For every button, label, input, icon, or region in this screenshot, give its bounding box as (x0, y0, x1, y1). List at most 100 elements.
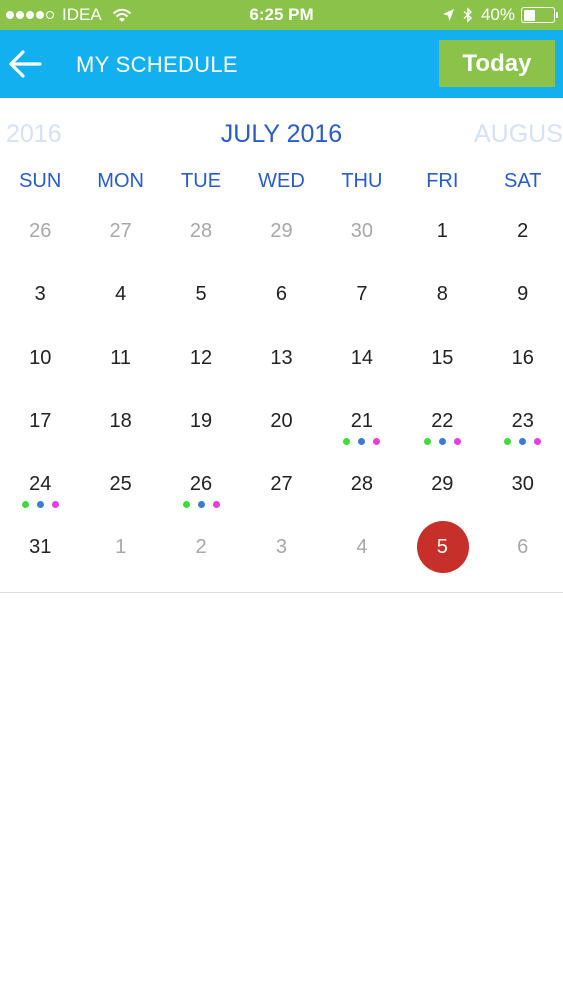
day-number: 2 (195, 536, 207, 559)
day-number: 3 (275, 536, 288, 559)
week-row: 17 18 19 20 21 22 23 (0, 390, 563, 453)
status-right: 40% (442, 5, 558, 25)
day-cell[interactable]: 4 (322, 516, 402, 579)
day-cell[interactable]: 27 (80, 200, 160, 263)
day-number: 27 (109, 220, 132, 242)
day-cell[interactable]: 4 (80, 263, 160, 326)
day-number: 6 (275, 283, 288, 306)
day-cell[interactable]: 19 (161, 390, 241, 453)
day-cell[interactable]: 22 (402, 390, 482, 453)
day-cell[interactable]: 31 (0, 516, 80, 579)
selected-day-cell[interactable]: 5 (402, 516, 482, 579)
day-cell[interactable]: 20 (241, 390, 321, 453)
day-number: 31 (29, 536, 52, 559)
day-cell[interactable]: 26 (0, 200, 80, 263)
day-number: 27 (270, 473, 293, 496)
day-cell[interactable]: 11 (80, 327, 160, 390)
event-dot (182, 501, 190, 509)
location-arrow-icon (442, 9, 454, 21)
day-cell[interactable]: 10 (0, 327, 80, 390)
day-number: 4 (115, 283, 127, 306)
day-cell[interactable]: 16 (483, 327, 563, 390)
event-dot (504, 437, 512, 445)
event-dot (423, 437, 431, 445)
day-number: 14 (350, 346, 374, 369)
day-number: 8 (436, 283, 448, 306)
day-number: 17 (29, 409, 52, 432)
weekday-sat: SAT (504, 170, 542, 192)
page-title: MY SCHEDULE (76, 52, 238, 77)
day-cell[interactable]: 17 (0, 390, 80, 453)
day-cell[interactable]: 28 (322, 453, 402, 516)
day-cell[interactable]: 21 (322, 390, 402, 453)
day-cell[interactable]: 1 (402, 200, 482, 263)
next-month-label[interactable]: AUGUS (474, 120, 563, 149)
status-bar: IDEA 6:25 PM 40% (0, 0, 563, 30)
day-number: 28 (189, 220, 213, 242)
day-number: 18 (109, 409, 132, 432)
day-cell[interactable]: 14 (322, 327, 402, 390)
event-indicators (161, 501, 241, 509)
back-button[interactable] (6, 46, 46, 82)
day-cell[interactable]: 6 (241, 263, 321, 326)
day-cell[interactable]: 8 (402, 263, 482, 326)
week-row: 3 4 5 6 7 8 9 (0, 263, 563, 326)
event-indicators (483, 437, 563, 445)
day-cell[interactable]: 6 (483, 516, 563, 579)
event-dot (212, 501, 220, 509)
today-button[interactable]: Today (439, 40, 555, 87)
day-cell[interactable]: 2 (161, 516, 241, 579)
day-number: 23 (511, 409, 534, 432)
day-number: 16 (511, 346, 534, 369)
day-cell[interactable]: 12 (161, 327, 241, 390)
day-cell[interactable]: 25 (80, 453, 160, 516)
day-cell[interactable]: 30 (483, 453, 563, 516)
day-cell[interactable]: 30 (322, 200, 402, 263)
day-number: 26 (29, 220, 52, 242)
day-cell[interactable]: 26 (161, 453, 241, 516)
weekday-fri: FRI (426, 170, 459, 192)
day-cell[interactable]: 15 (402, 327, 482, 390)
day-cell[interactable]: 13 (241, 327, 321, 390)
day-cell[interactable]: 27 (241, 453, 321, 516)
battery-fill (523, 9, 536, 21)
day-cell[interactable]: 5 (161, 263, 241, 326)
day-cell[interactable]: 29 (241, 200, 321, 263)
day-cell[interactable]: 28 (161, 200, 241, 263)
day-number: 29 (431, 473, 454, 496)
calendar-divider (0, 592, 563, 593)
day-number: 2 (517, 220, 529, 242)
day-number: 7 (356, 283, 368, 306)
day-cell[interactable]: 29 (402, 453, 482, 516)
event-indicators (402, 437, 482, 445)
day-cell[interactable]: 7 (322, 263, 402, 326)
day-cell[interactable]: 24 (0, 453, 80, 516)
day-number: 5 (195, 283, 207, 306)
day-number: 1 (436, 220, 448, 242)
day-cell[interactable]: 9 (483, 263, 563, 326)
day-cell[interactable]: 18 (80, 390, 160, 453)
back-arrow-icon (9, 50, 42, 78)
day-cell[interactable]: 2 (483, 200, 563, 263)
app-header: MY SCHEDULE Today (0, 30, 563, 98)
bluetooth-icon (463, 7, 473, 23)
event-dot (373, 437, 381, 445)
day-number: 21 (350, 409, 374, 432)
day-cell[interactable]: 3 (241, 516, 321, 579)
day-number: 5 (436, 536, 448, 559)
weekday-tue: TUE (181, 170, 222, 192)
event-dot (36, 501, 44, 509)
day-cell[interactable]: 3 (0, 263, 80, 326)
day-number: 13 (270, 346, 293, 369)
event-dot (358, 437, 366, 445)
day-number: 30 (350, 220, 374, 242)
day-cell[interactable]: 1 (80, 516, 160, 579)
day-number: 11 (110, 346, 132, 369)
day-cell[interactable]: 23 (483, 390, 563, 453)
battery-percent: 40% (480, 5, 515, 24)
day-number: 19 (189, 409, 213, 432)
calendar-grid: 26 27 28 29 30 1 2 3 4 5 6 7 8 9 10 11 12 13 14 15 16 17 18 19 2… (0, 200, 563, 580)
day-number: 25 (109, 473, 132, 496)
weekday-sun: SUN (19, 170, 62, 192)
day-number: 6 (517, 536, 529, 559)
